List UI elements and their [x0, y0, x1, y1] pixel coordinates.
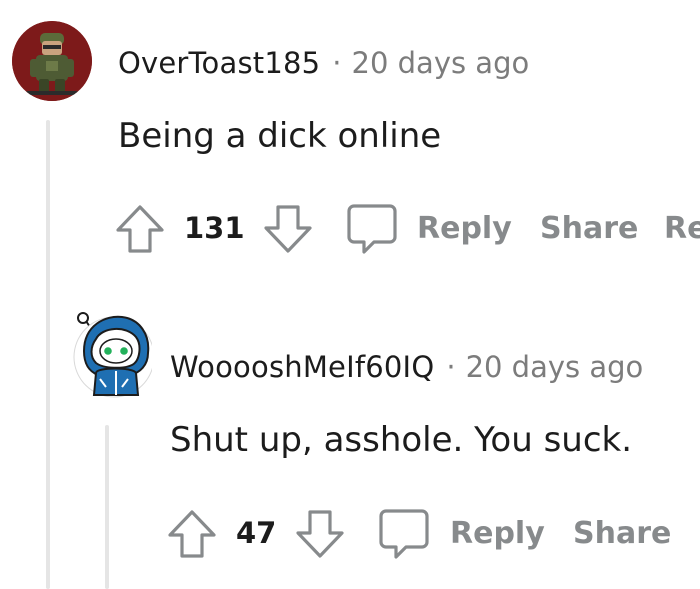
username[interactable]: WooooshMeIf60IQ: [170, 350, 434, 384]
reply-bubble-icon[interactable]: [346, 203, 398, 255]
avatar[interactable]: [12, 21, 92, 101]
timestamp[interactable]: 20 days ago: [352, 46, 530, 80]
reply-button[interactable]: Reply: [450, 517, 545, 551]
meta-separator: ·: [332, 46, 342, 80]
comment-body: Being a dick online: [118, 116, 442, 156]
avatar[interactable]: [70, 305, 152, 398]
meta-separator: ·: [446, 350, 456, 384]
thread-line-reply[interactable]: [105, 425, 109, 589]
timestamp[interactable]: 20 days ago: [466, 350, 644, 384]
comment-meta: WooooshMeIf60IQ · 20 days ago: [170, 350, 643, 384]
vote-count: 131: [184, 211, 245, 245]
downvote-icon[interactable]: [294, 508, 346, 560]
reply-bubble-icon[interactable]: [378, 508, 430, 560]
reply-button[interactable]: Reply: [417, 212, 512, 246]
share-button[interactable]: Share: [540, 212, 638, 246]
thread-line-root[interactable]: [46, 120, 50, 589]
upvote-icon[interactable]: [114, 203, 166, 255]
share-button[interactable]: Share: [573, 517, 671, 551]
snoo-parka-avatar-icon: [73, 312, 152, 398]
comment-meta: OverToast185 · 20 days ago: [118, 46, 529, 80]
soldier-avatar-icon: [12, 21, 92, 101]
upvote-icon[interactable]: [166, 508, 218, 560]
comment-body: Shut up, asshole. You suck.: [170, 420, 633, 460]
downvote-icon[interactable]: [262, 203, 314, 255]
username[interactable]: OverToast185: [118, 46, 320, 80]
more-action-button[interactable]: Re: [664, 212, 700, 246]
vote-count: 47: [236, 516, 277, 550]
